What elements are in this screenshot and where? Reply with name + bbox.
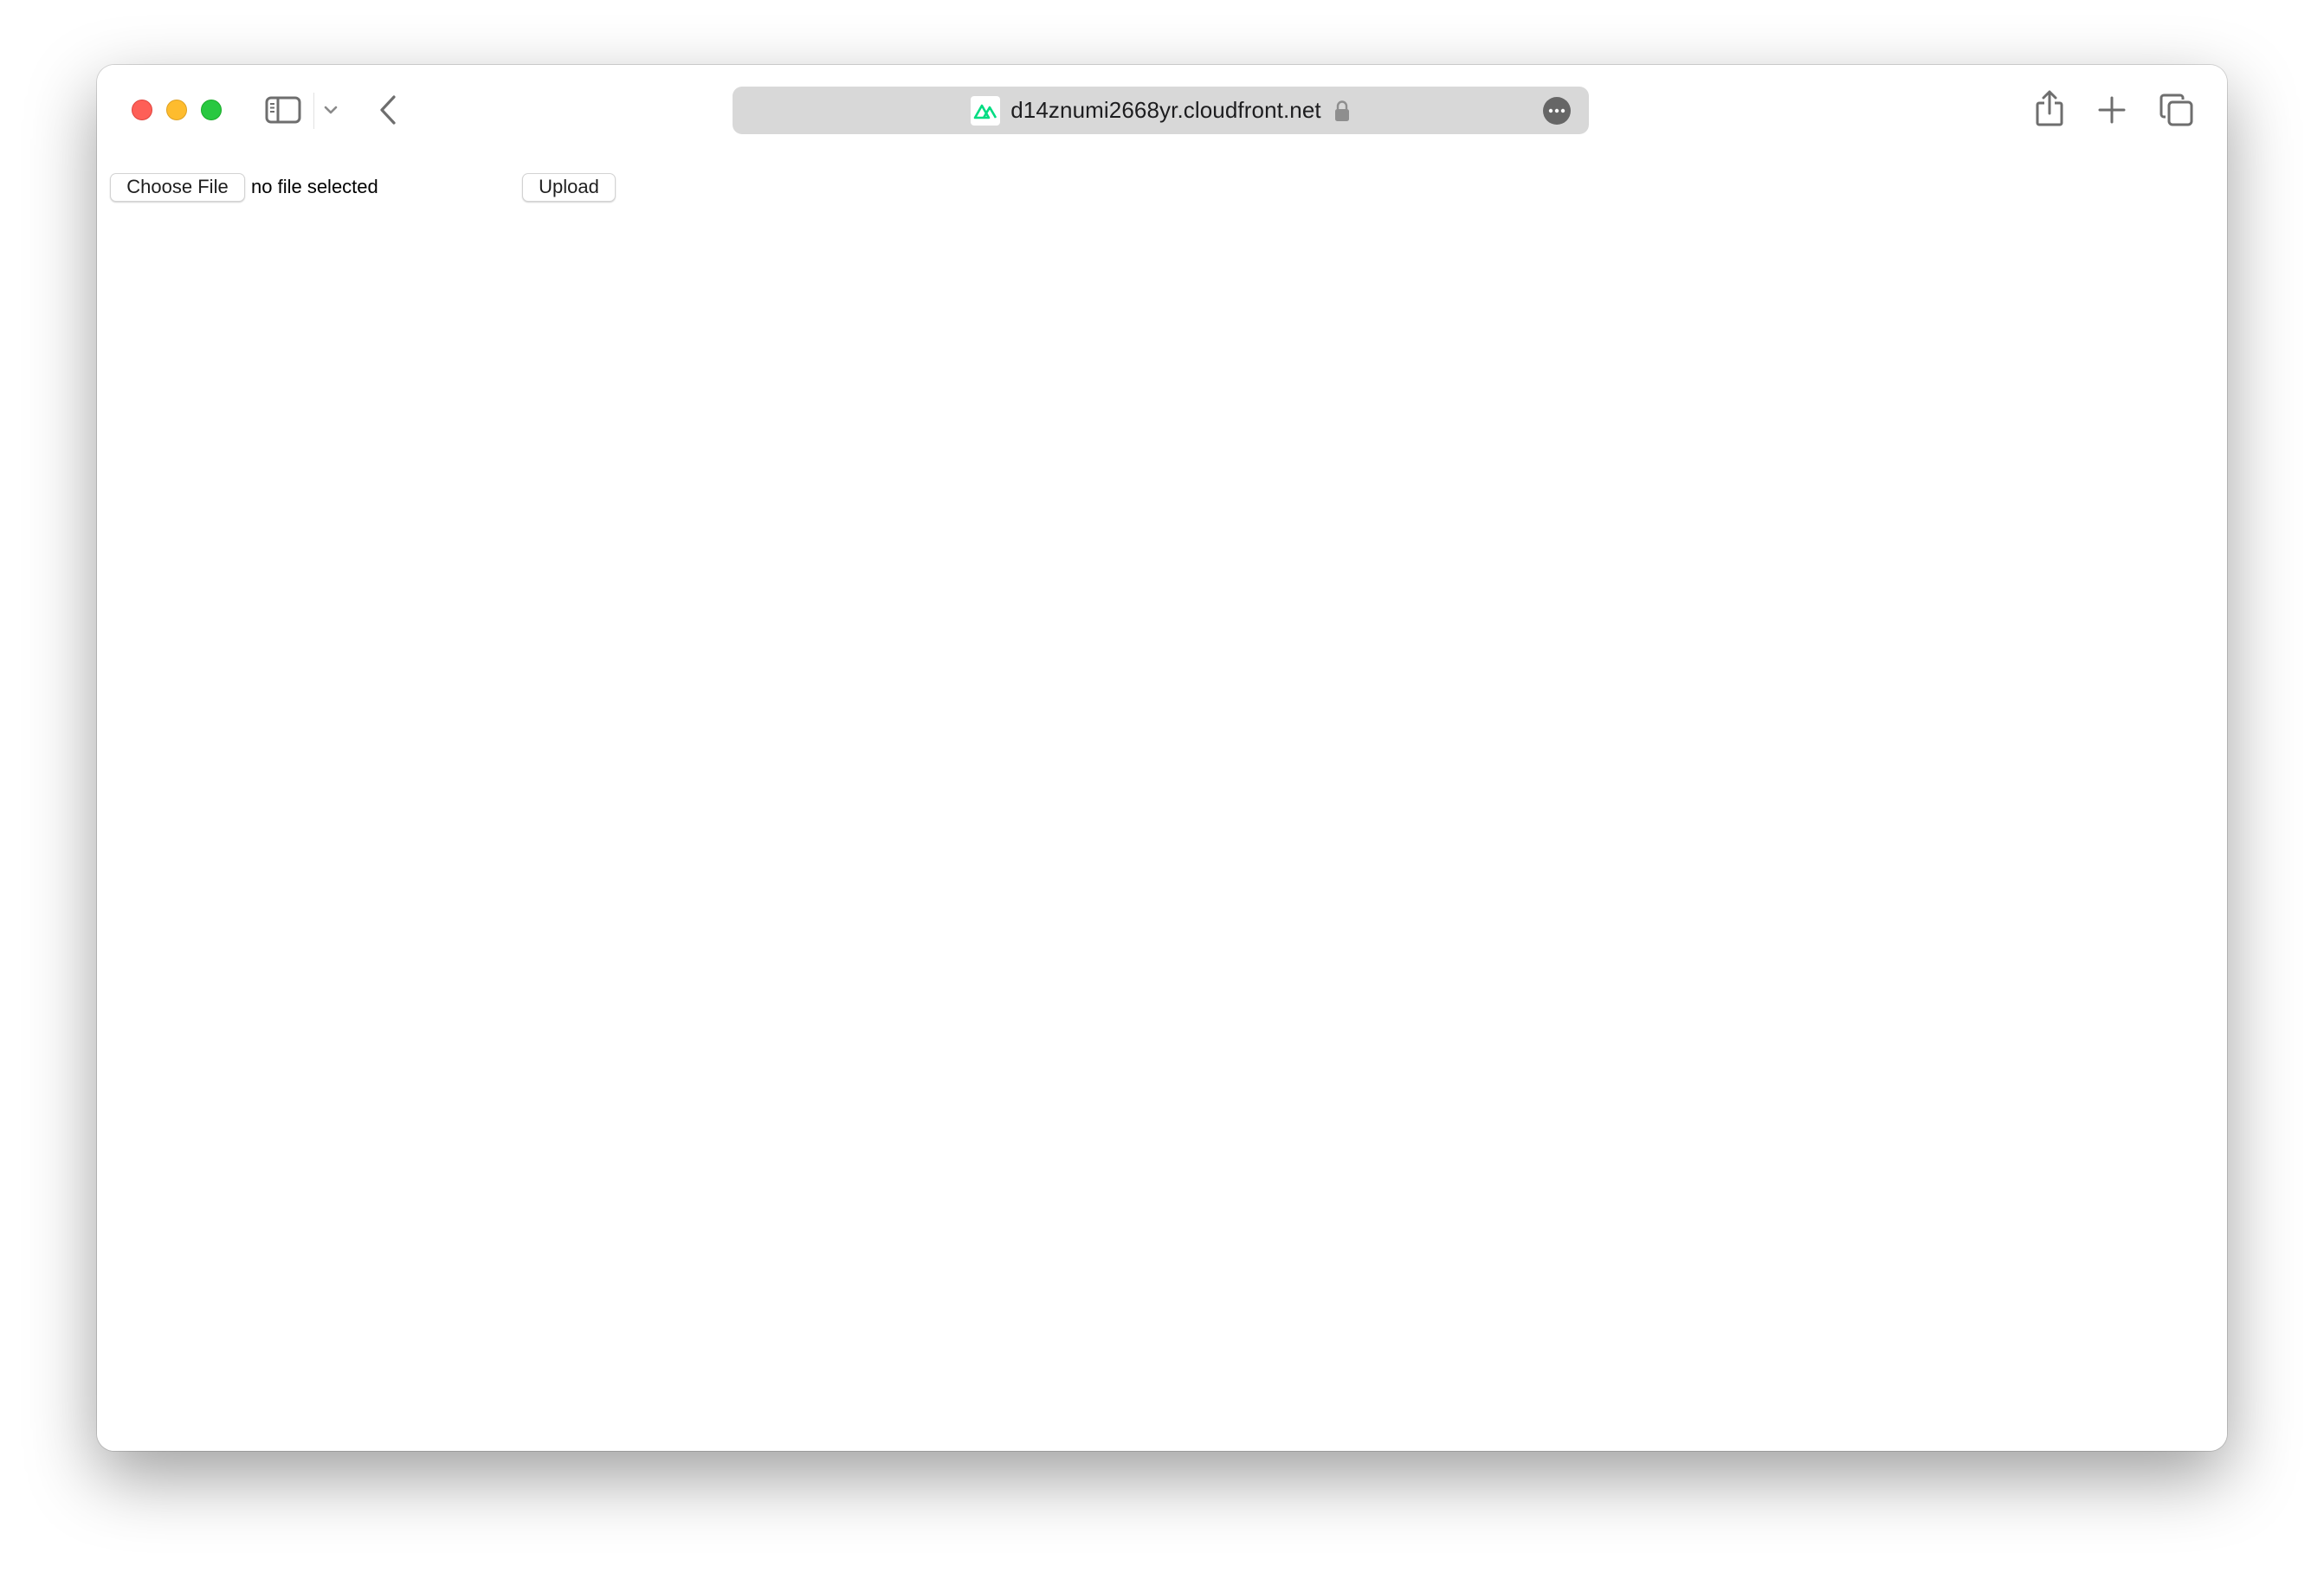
- nuxt-logo-icon: [971, 95, 1001, 126]
- page-content: Choose File no file selected Upload: [97, 156, 2227, 1451]
- back-button[interactable]: [378, 94, 398, 126]
- upload-form: Choose File no file selected Upload: [110, 172, 616, 202]
- address-bar-content: d14znumi2668yr.cloudfront.net: [733, 87, 1589, 134]
- plus-icon[interactable]: [2097, 95, 2127, 125]
- ellipsis-icon: [1548, 108, 1565, 113]
- lock-icon: [1334, 100, 1349, 121]
- sidebar-icon[interactable]: [265, 96, 301, 124]
- share-icon[interactable]: [2035, 89, 2064, 127]
- browser-window: d14znumi2668yr.cloudfront.net Choose Fil…: [97, 65, 2227, 1451]
- chevron-down-icon[interactable]: [322, 103, 339, 117]
- close-window-button[interactable]: [132, 100, 152, 120]
- upload-button[interactable]: Upload: [522, 172, 616, 202]
- tabs-icon[interactable]: [2159, 93, 2194, 127]
- zoom-window-button[interactable]: [201, 100, 222, 120]
- toolbar-divider: [313, 93, 314, 129]
- address-bar[interactable]: d14znumi2668yr.cloudfront.net: [733, 87, 1589, 134]
- choose-file-button[interactable]: Choose File: [110, 172, 245, 202]
- page-menu-button[interactable]: [1543, 97, 1571, 125]
- file-status-text: no file selected: [251, 176, 378, 197]
- minimize-window-button[interactable]: [166, 100, 187, 120]
- url-text: d14znumi2668yr.cloudfront.net: [1010, 97, 1321, 123]
- browser-toolbar: d14znumi2668yr.cloudfront.net: [97, 65, 2227, 156]
